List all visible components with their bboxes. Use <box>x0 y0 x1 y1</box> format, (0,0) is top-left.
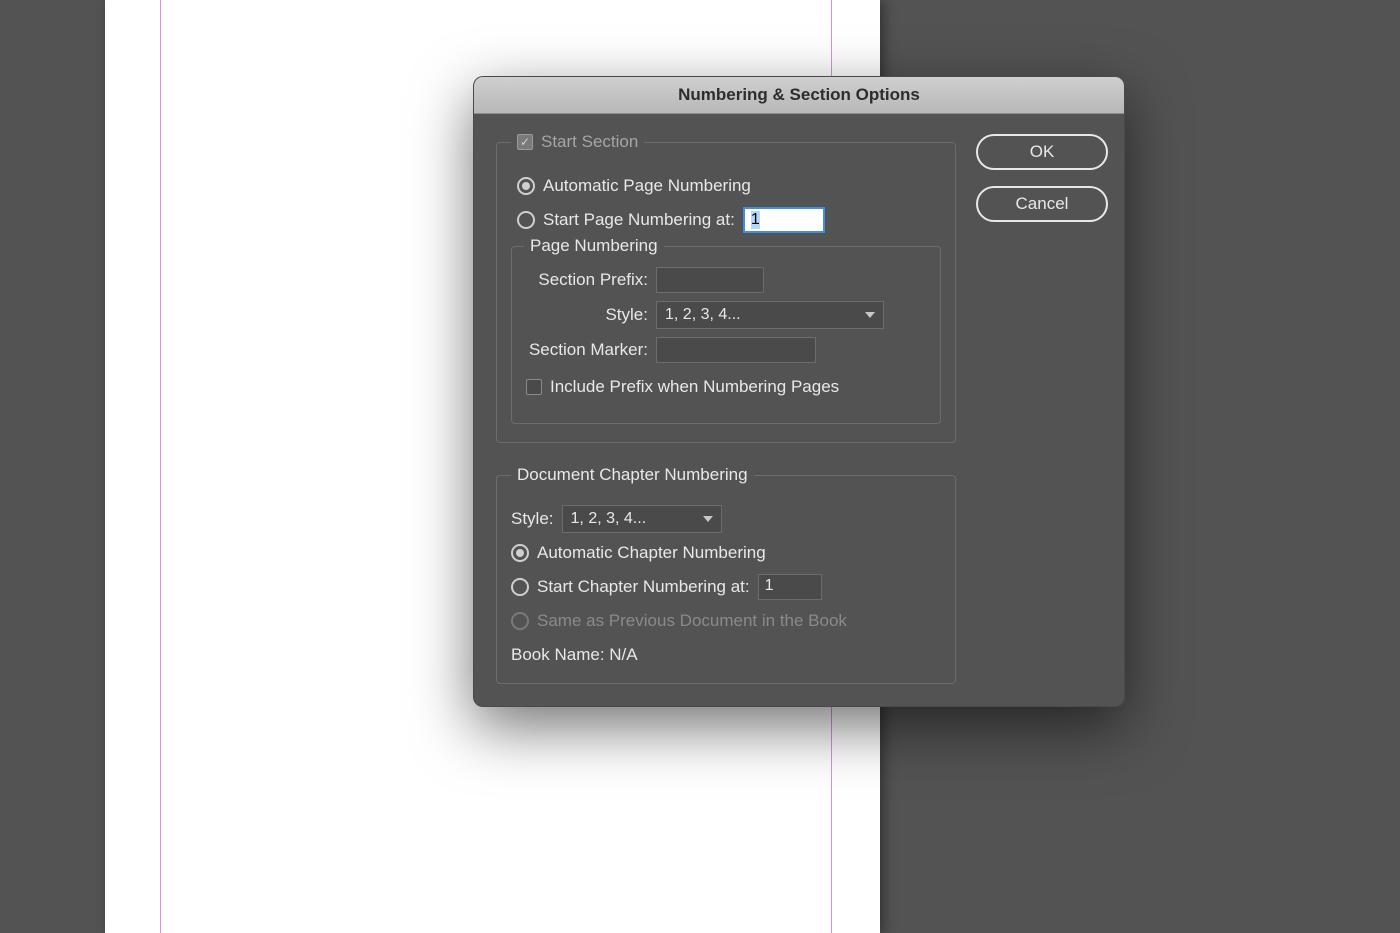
section-marker-input[interactable] <box>656 337 816 363</box>
include-prefix-row: Include Prefix when Numbering Pages <box>526 373 926 401</box>
dialog-button-column: OK Cancel <box>956 132 1106 684</box>
document-chapter-group: Document Chapter Numbering Style: 1, 2, … <box>496 465 956 684</box>
start-chapter-label: Start Chapter Numbering at: <box>537 577 750 597</box>
auto-chapter-label: Automatic Chapter Numbering <box>537 543 766 563</box>
dialog-titlebar[interactable]: Numbering & Section Options <box>474 77 1124 114</box>
page-numbering-legend: Page Numbering <box>524 236 664 256</box>
chapter-style-row: Style: 1, 2, 3, 4... <box>511 505 941 533</box>
start-section-checkbox[interactable] <box>517 134 533 150</box>
start-page-numbering-row: Start Page Numbering at: 1 <box>511 206 941 234</box>
ok-button[interactable]: OK <box>976 134 1108 170</box>
auto-chapter-radio[interactable] <box>511 544 529 562</box>
document-chapter-legend: Document Chapter Numbering <box>511 465 754 485</box>
start-page-numbering-input[interactable]: 1 <box>743 207 825 233</box>
start-page-numbering-radio[interactable] <box>517 211 535 229</box>
start-chapter-input[interactable]: 1 <box>758 574 822 600</box>
start-section-legend: Start Section <box>511 132 644 152</box>
chapter-style-select[interactable]: 1, 2, 3, 4... <box>562 505 722 533</box>
same-prev-row: Same as Previous Document in the Book <box>511 607 941 635</box>
auto-page-numbering-row: Automatic Page Numbering <box>511 172 941 200</box>
page-style-label: Style: <box>526 305 656 325</box>
numbering-section-options-dialog: Numbering & Section Options Start Sectio… <box>473 76 1125 707</box>
page-style-select[interactable]: 1, 2, 3, 4... <box>656 301 884 329</box>
dialog-body: Start Section Automatic Page Numbering S… <box>474 114 1124 706</box>
section-prefix-row: Section Prefix: <box>526 267 926 293</box>
section-prefix-input[interactable] <box>656 267 764 293</box>
start-chapter-radio[interactable] <box>511 578 529 596</box>
section-marker-label: Section Marker: <box>526 340 656 360</box>
start-section-group: Start Section Automatic Page Numbering S… <box>496 132 956 443</box>
section-marker-row: Section Marker: <box>526 337 926 363</box>
include-prefix-label: Include Prefix when Numbering Pages <box>550 377 839 397</box>
same-prev-label: Same as Previous Document in the Book <box>537 611 847 631</box>
include-prefix-checkbox[interactable] <box>526 379 542 395</box>
book-name-label: Book Name: N/A <box>511 645 941 665</box>
same-prev-radio <box>511 612 529 630</box>
start-section-label: Start Section <box>541 132 638 152</box>
chevron-down-icon <box>703 516 713 522</box>
page-style-value: 1, 2, 3, 4... <box>665 306 741 324</box>
start-page-numbering-label: Start Page Numbering at: <box>543 210 735 230</box>
chapter-style-value: 1, 2, 3, 4... <box>571 510 647 528</box>
dialog-main-column: Start Section Automatic Page Numbering S… <box>496 132 956 684</box>
page-numbering-group: Page Numbering Section Prefix: Style: 1,… <box>511 246 941 424</box>
auto-chapter-row: Automatic Chapter Numbering <box>511 539 941 567</box>
chapter-style-label: Style: <box>511 509 554 529</box>
auto-page-numbering-label: Automatic Page Numbering <box>543 176 751 196</box>
page-style-row: Style: 1, 2, 3, 4... <box>526 301 926 329</box>
start-chapter-row: Start Chapter Numbering at: 1 <box>511 573 941 601</box>
chevron-down-icon <box>865 312 875 318</box>
section-prefix-label: Section Prefix: <box>526 270 656 290</box>
dialog-title: Numbering & Section Options <box>678 85 920 105</box>
cancel-button[interactable]: Cancel <box>976 186 1108 222</box>
auto-page-numbering-radio[interactable] <box>517 177 535 195</box>
